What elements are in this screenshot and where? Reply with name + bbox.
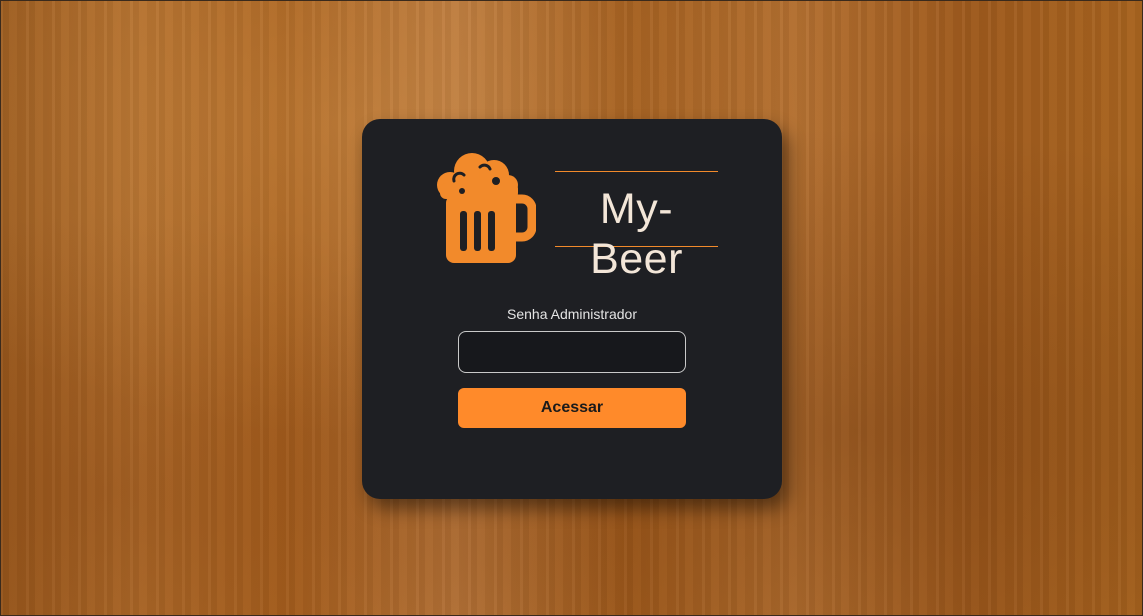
access-button[interactable]: Acessar: [458, 388, 686, 428]
app-title: My-Beer: [590, 185, 683, 283]
password-input[interactable]: [458, 331, 686, 373]
login-card: My-Beer Senha Administrador Acessar: [362, 119, 782, 499]
password-label: Senha Administrador: [507, 306, 637, 322]
brand-block: My-Beer: [555, 171, 718, 283]
beer-mug-icon: [437, 153, 536, 263]
